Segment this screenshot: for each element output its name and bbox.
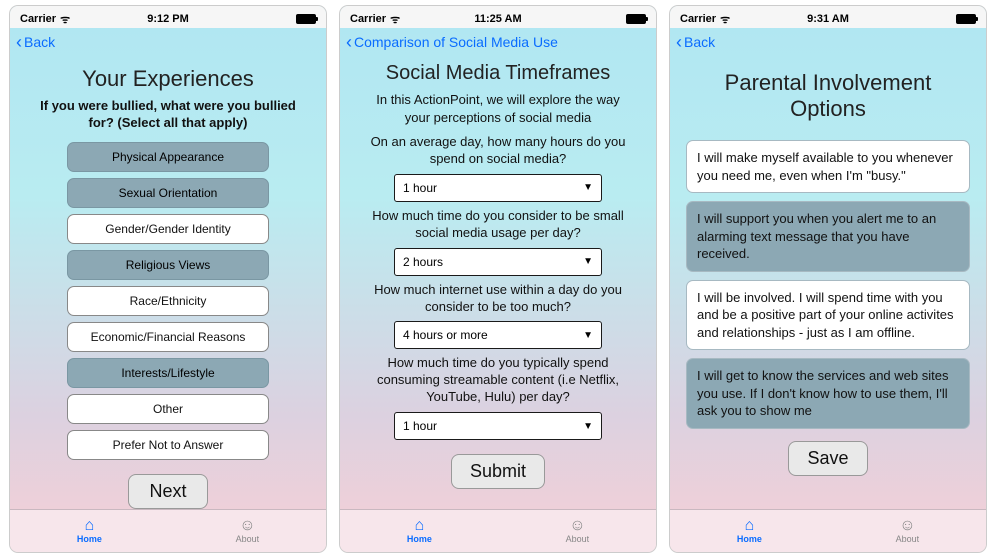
clock: 9:12 PM — [128, 13, 208, 25]
option-learn-services[interactable]: I will get to know the services and web … — [686, 358, 970, 429]
nav-back[interactable]: ‹ Back — [670, 28, 986, 56]
back-label: Comparison of Social Media Use — [354, 34, 558, 50]
option-other[interactable]: Other — [67, 394, 269, 424]
screen-experiences: Carrier ᯤ 9:12 PM ‹ Back Your Experiences… — [10, 6, 326, 552]
submit-button[interactable]: Submit — [451, 454, 545, 489]
nav-back[interactable]: ‹ Back — [10, 28, 326, 56]
chevron-left-icon: ‹ — [676, 32, 682, 53]
select-small-usage[interactable]: 2 hours ▼ — [394, 248, 602, 276]
option-be-involved[interactable]: I will be involved. I will spend time wi… — [686, 280, 970, 351]
battery-icon — [896, 13, 976, 25]
carrier-label: Carrier — [680, 13, 716, 25]
tab-home-label: Home — [407, 534, 432, 544]
tab-bar: ⌂Home ☺About — [340, 509, 656, 552]
tab-home[interactable]: ⌂Home — [737, 518, 762, 544]
select-hours-average[interactable]: 1 hour ▼ — [394, 174, 602, 202]
next-button[interactable]: Next — [128, 474, 208, 509]
wifi-icon: ᯤ — [60, 12, 70, 27]
intro-text: In this ActionPoint, we will explore the… — [366, 91, 630, 126]
chevron-down-icon: ▼ — [583, 182, 593, 193]
chevron-down-icon: ▼ — [583, 330, 593, 341]
option-interests[interactable]: Interests/Lifestyle — [67, 358, 269, 388]
nav-back[interactable]: ‹ Comparison of Social Media Use — [340, 28, 656, 56]
back-label: Back — [24, 34, 55, 50]
question-1: On an average day, how many hours do you… — [360, 134, 636, 202]
back-label: Back — [684, 34, 715, 50]
carrier-label: Carrier — [20, 13, 56, 25]
person-icon: ☺ — [569, 518, 585, 534]
tab-about[interactable]: ☺About — [566, 518, 590, 544]
tab-home-label: Home — [77, 534, 102, 544]
select-value: 1 hour — [403, 419, 437, 433]
page-title: Parental Involvement Options — [688, 70, 968, 122]
tab-about[interactable]: ☺About — [236, 518, 260, 544]
option-available[interactable]: I will make myself available to you when… — [686, 140, 970, 193]
home-icon: ⌂ — [415, 518, 425, 534]
tab-bar: ⌂Home ☺About — [670, 509, 986, 552]
option-prefer-not[interactable]: Prefer Not to Answer — [67, 430, 269, 460]
option-support-alert[interactable]: I will support you when you alert me to … — [686, 201, 970, 272]
person-icon: ☺ — [239, 518, 255, 534]
home-icon: ⌂ — [745, 518, 755, 534]
battery-icon — [566, 13, 646, 25]
question-text: On an average day, how many hours do you… — [360, 134, 636, 168]
question-3: How much internet use within a day do yo… — [360, 282, 636, 350]
tab-home[interactable]: ⌂Home — [407, 518, 432, 544]
screen-parental-options: Carrier ᯤ 9:31 AM ‹ Back Parental Involve… — [670, 6, 986, 552]
clock: 9:31 AM — [788, 13, 868, 25]
option-economic[interactable]: Economic/Financial Reasons — [67, 322, 269, 352]
chevron-down-icon: ▼ — [583, 421, 593, 432]
person-icon: ☺ — [899, 518, 915, 534]
wifi-icon: ᯤ — [390, 12, 400, 27]
status-bar: Carrier ᯤ 11:25 AM — [340, 6, 656, 28]
option-physical-appearance[interactable]: Physical Appearance — [67, 142, 269, 172]
select-value: 2 hours — [403, 255, 443, 269]
tab-about-label: About — [896, 534, 920, 544]
tab-home-label: Home — [737, 534, 762, 544]
chevron-left-icon: ‹ — [346, 32, 352, 53]
chevron-left-icon: ‹ — [16, 32, 22, 53]
save-button[interactable]: Save — [788, 441, 868, 476]
select-too-much[interactable]: 4 hours or more ▼ — [394, 321, 602, 349]
status-bar: Carrier ᯤ 9:31 AM — [670, 6, 986, 28]
question-prompt: If you were bullied, what were you bulli… — [36, 98, 300, 132]
status-bar: Carrier ᯤ 9:12 PM — [10, 6, 326, 28]
card-list: I will make myself available to you when… — [686, 140, 970, 429]
wifi-icon: ᯤ — [720, 12, 730, 27]
select-value: 1 hour — [403, 181, 437, 195]
select-value: 4 hours or more — [403, 328, 488, 342]
clock: 11:25 AM — [458, 13, 538, 25]
home-icon: ⌂ — [85, 518, 95, 534]
question-4: How much time do you typically spend con… — [360, 355, 636, 440]
option-religious-views[interactable]: Religious Views — [67, 250, 269, 280]
option-sexual-orientation[interactable]: Sexual Orientation — [67, 178, 269, 208]
question-2: How much time do you consider to be smal… — [360, 208, 636, 276]
question-text: How much time do you typically spend con… — [360, 355, 636, 406]
option-race-ethnicity[interactable]: Race/Ethnicity — [67, 286, 269, 316]
option-gender-identity[interactable]: Gender/Gender Identity — [67, 214, 269, 244]
option-list: Physical Appearance Sexual Orientation G… — [10, 142, 326, 460]
question-text: How much internet use within a day do yo… — [360, 282, 636, 316]
tab-bar: ⌂Home ☺About — [10, 509, 326, 552]
carrier-label: Carrier — [350, 13, 386, 25]
tab-about-label: About — [566, 534, 590, 544]
tab-about-label: About — [236, 534, 260, 544]
tab-about[interactable]: ☺About — [896, 518, 920, 544]
question-text: How much time do you consider to be smal… — [360, 208, 636, 242]
screen-timeframes: Carrier ᯤ 11:25 AM ‹ Comparison of Social… — [340, 6, 656, 552]
battery-icon — [236, 13, 316, 25]
chevron-down-icon: ▼ — [583, 256, 593, 267]
page-title: Your Experiences — [28, 66, 308, 92]
select-streaming[interactable]: 1 hour ▼ — [394, 412, 602, 440]
tab-home[interactable]: ⌂Home — [77, 518, 102, 544]
page-title: Social Media Timeframes — [358, 62, 638, 85]
